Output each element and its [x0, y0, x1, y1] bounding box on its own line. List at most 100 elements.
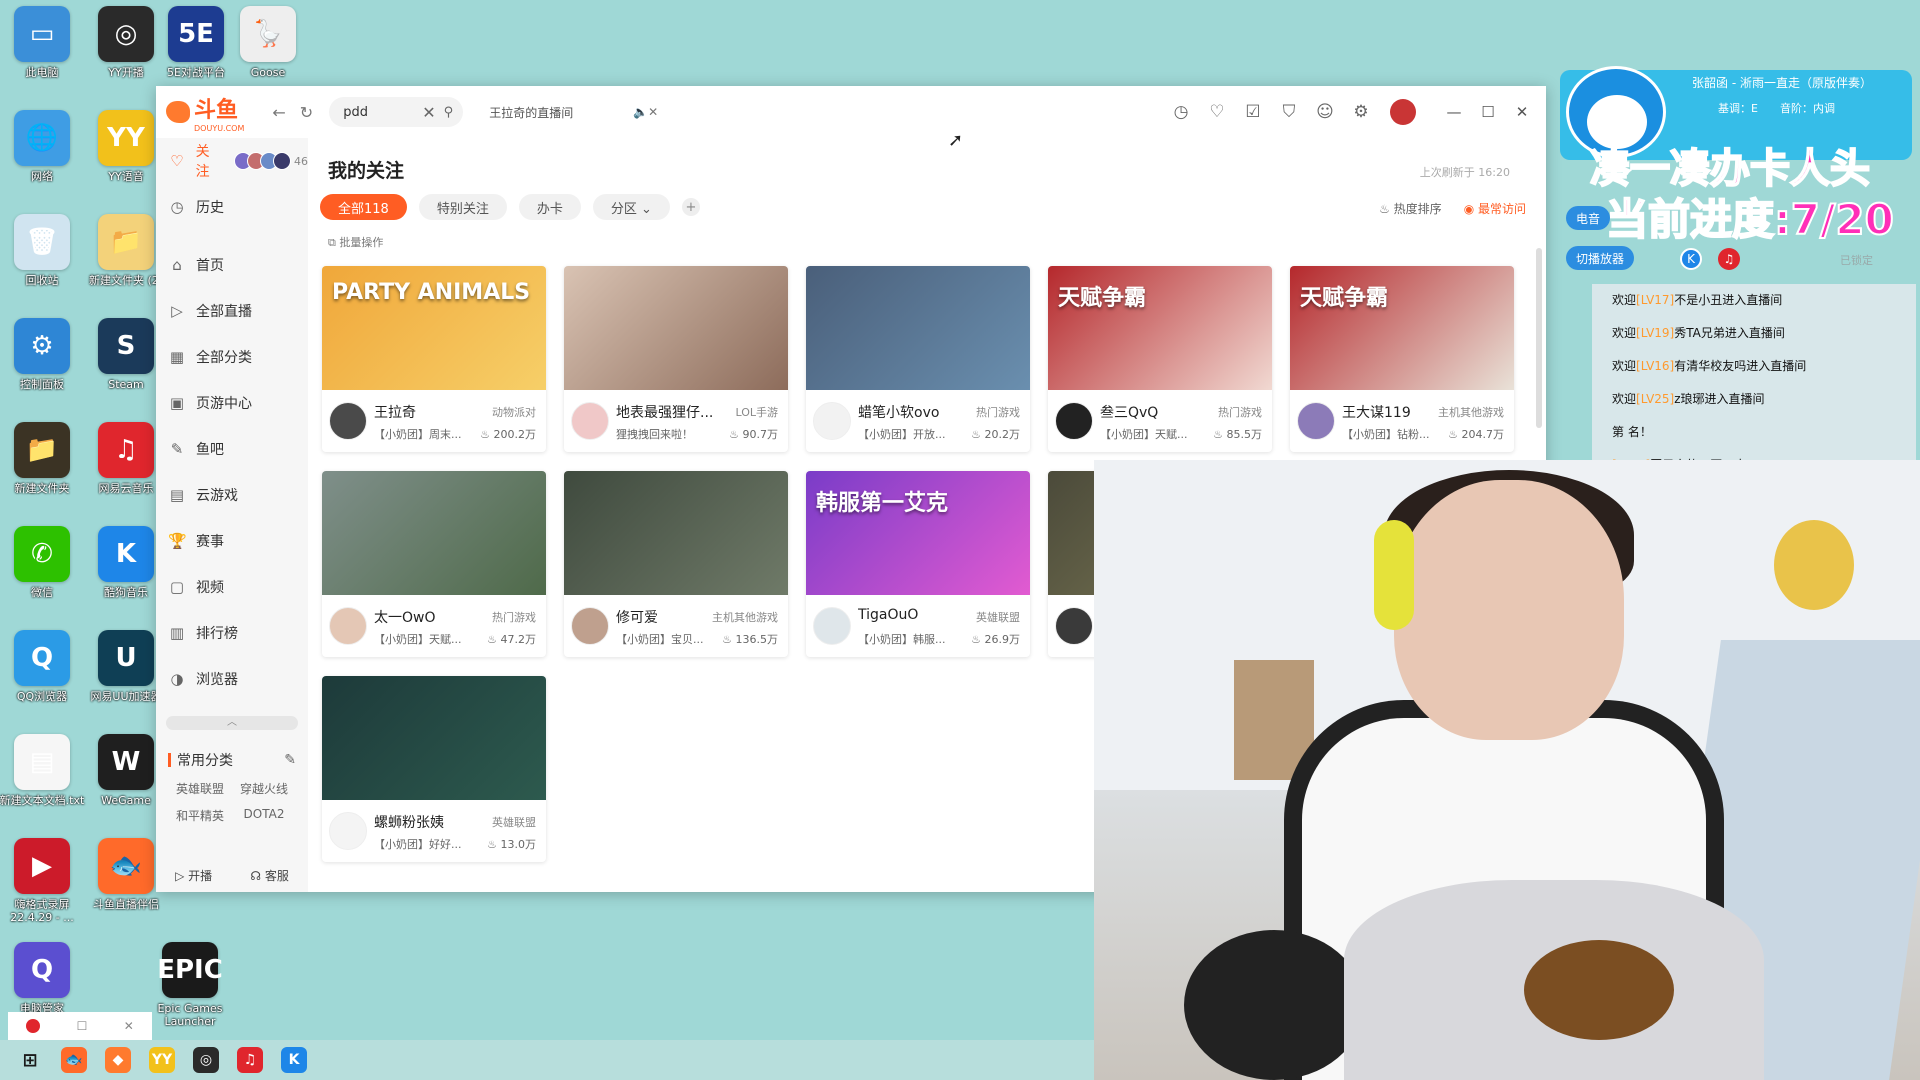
- sidebar-item-browser[interactable]: ◑ 浏览器: [156, 656, 308, 702]
- sidebar-item-cloud-game[interactable]: ▤ 云游戏: [156, 472, 308, 518]
- filter-chip[interactable]: 特别关注: [418, 194, 507, 220]
- desktop-icon[interactable]: ▤ 新建文本文档.txt: [0, 734, 88, 830]
- taskbar-item-douyu-live[interactable]: 🐟: [52, 1040, 96, 1080]
- filter-chip[interactable]: 办卡: [518, 194, 581, 220]
- sort-hot-button[interactable]: ♨ 热度排序: [1379, 200, 1442, 217]
- stream-card[interactable]: 蜡笔小软ovo 热门游戏 【小奶团】开放... ♨ 20.2万: [806, 266, 1030, 452]
- tab-live-room[interactable]: 王拉奇的直播间: [489, 104, 633, 121]
- sidebar-item-trophy[interactable]: 🏆 赛事: [156, 518, 308, 564]
- kugou-icon[interactable]: K: [1680, 248, 1702, 270]
- streamer-avatar[interactable]: [571, 402, 609, 440]
- stream-thumbnail[interactable]: [806, 266, 1030, 390]
- history-icon[interactable]: ◷: [1170, 101, 1192, 123]
- streamer-avatar[interactable]: [813, 607, 851, 645]
- sidebar-item-fish-bar[interactable]: ✎ 鱼吧: [156, 426, 308, 472]
- desktop-icon[interactable]: ⚙ 控制面板: [0, 318, 88, 414]
- taskbar-item-douyu-client[interactable]: ◆: [96, 1040, 140, 1080]
- common-category-item[interactable]: 穿越火线: [232, 780, 296, 797]
- stream-thumbnail[interactable]: [564, 266, 788, 390]
- stream-thumbnail[interactable]: 韩服第一艾克: [806, 471, 1030, 595]
- stream-thumbnail[interactable]: [564, 471, 788, 595]
- footer-button-0[interactable]: ▷ 开播: [175, 867, 212, 884]
- taskbar-mini-window[interactable]: ☐ ✕: [8, 1012, 152, 1040]
- shirt-icon[interactable]: ⛉: [1278, 101, 1300, 123]
- stream-card[interactable]: 螺蛳粉张姨 英雄联盟 【小奶团】好好... ♨ 13.0万: [322, 676, 546, 862]
- common-category-item[interactable]: 英雄联盟: [168, 780, 232, 797]
- netease-icon[interactable]: ♫: [1718, 248, 1740, 270]
- settings-icon[interactable]: ⚙: [1350, 101, 1372, 123]
- electric-pill[interactable]: 电音: [1566, 206, 1611, 230]
- mute-icon[interactable]: 🔈✕: [633, 105, 658, 119]
- streamer-name[interactable]: 王拉奇: [374, 402, 484, 422]
- sidebar-item-heart[interactable]: ♡ 关注 46: [156, 138, 308, 184]
- streamer-name[interactable]: TigaOuO: [858, 607, 968, 623]
- message-icon[interactable]: ☺: [1314, 101, 1336, 123]
- streamer-avatar[interactable]: [1055, 402, 1093, 440]
- sidebar-item-video[interactable]: ▢ 视频: [156, 564, 308, 610]
- desktop-icon[interactable]: 📁 新建文件夹: [0, 422, 88, 518]
- stream-thumbnail[interactable]: [322, 676, 546, 800]
- stream-card[interactable]: 天赋争霸 王大谋119 主机其他游戏 【小奶团】钻粉... ♨ 204.7万: [1290, 266, 1514, 452]
- streamer-name[interactable]: 蜡笔小软ovo: [858, 402, 968, 422]
- desktop-icon[interactable]: EPIC Epic Games Launcher: [144, 942, 236, 1038]
- maximize-icon[interactable]: ☐: [1478, 103, 1498, 121]
- filter-chip[interactable]: 全部118: [320, 194, 407, 220]
- sidebar-item-home[interactable]: ⌂ 首页: [156, 242, 308, 288]
- close-window-icon[interactable]: ✕: [1512, 103, 1532, 121]
- refresh-icon[interactable]: ↻: [300, 103, 313, 122]
- stream-card[interactable]: 地表最强狸仔... LOL手游 狸拽拽回来啦！ ♨ 90.7万: [564, 266, 788, 452]
- stream-card[interactable]: 天赋争霸 叁三QvQ 热门游戏 【小奶团】天赋... ♨ 85.5万: [1048, 266, 1272, 452]
- batch-button[interactable]: ⧉ 批量操作: [328, 234, 383, 250]
- taskbar-item-start[interactable]: ⊞: [8, 1040, 52, 1080]
- streamer-name[interactable]: 螺蛳粉张姨: [374, 812, 484, 832]
- footer-button-1[interactable]: ☊ 客服: [250, 867, 289, 884]
- sidebar-item-rank[interactable]: ▥ 排行榜: [156, 610, 308, 656]
- desktop-icon[interactable]: 🌐 网络: [0, 110, 88, 206]
- minimize-icon[interactable]: —: [1444, 103, 1464, 121]
- desktop-icon[interactable]: Q QQ浏览器: [0, 630, 88, 726]
- streamer-name[interactable]: 王大谋119: [1342, 402, 1452, 422]
- streamer-avatar[interactable]: [571, 607, 609, 645]
- close-icon[interactable]: ✕: [124, 1019, 134, 1033]
- task-icon[interactable]: ☑: [1242, 101, 1264, 123]
- sort-recent-button[interactable]: ◉ 最常访问: [1464, 200, 1526, 217]
- common-category-item[interactable]: 和平精英: [168, 807, 232, 824]
- streamer-avatar[interactable]: [813, 402, 851, 440]
- douyu-logo[interactable]: 斗鱼 DOUYU.COM: [166, 92, 244, 133]
- streamer-avatar[interactable]: [329, 402, 367, 440]
- sidebar-item-live[interactable]: ▷ 全部直播: [156, 288, 308, 334]
- sidebar-item-page-game[interactable]: ▣ 页游中心: [156, 380, 308, 426]
- streamer-avatar[interactable]: [1055, 607, 1093, 645]
- common-category-item[interactable]: DOTA2: [232, 807, 296, 824]
- desktop-icon[interactable]: ✆ 微信: [0, 526, 88, 622]
- sidebar-item-grid[interactable]: ▦ 全部分类: [156, 334, 308, 380]
- search-input[interactable]: pdd: [343, 105, 422, 120]
- stream-card[interactable]: PARTY ANIMALS 王拉奇 动物派对 【小奶团】周末... ♨ 200.2万: [322, 266, 546, 452]
- edit-icon[interactable]: ✎: [284, 752, 296, 768]
- streamer-avatar[interactable]: [329, 812, 367, 850]
- clear-icon[interactable]: ✕: [422, 103, 435, 122]
- taskbar-item-kugou[interactable]: K: [272, 1040, 316, 1080]
- switch-player-button[interactable]: 切播放器: [1566, 246, 1635, 270]
- stream-thumbnail[interactable]: PARTY ANIMALS: [322, 266, 546, 390]
- streamer-name[interactable]: 修可爱: [616, 607, 726, 627]
- streamer-name[interactable]: 地表最强狸仔...: [616, 402, 726, 422]
- search-icon[interactable]: ⚲: [444, 105, 454, 120]
- collapse-button[interactable]: ︿: [166, 716, 298, 730]
- taskbar-item-netease-music[interactable]: ♫: [228, 1040, 272, 1080]
- search-box[interactable]: pdd ✕ ⚲: [329, 97, 464, 127]
- desktop-icon[interactable]: 🗑 回收站: [0, 214, 88, 310]
- streamer-avatar[interactable]: [1297, 402, 1335, 440]
- user-avatar[interactable]: [1390, 99, 1416, 125]
- add-filter-icon[interactable]: +: [681, 198, 700, 216]
- stream-card[interactable]: 太一OwO 热门游戏 【小奶团】天赋... ♨ 47.2万: [322, 471, 546, 657]
- stream-thumbnail[interactable]: 天赋争霸: [1290, 266, 1514, 390]
- stream-card[interactable]: 韩服第一艾克 TigaOuO 英雄联盟 【小奶团】韩服... ♨ 26.9万: [806, 471, 1030, 657]
- streamer-avatar[interactable]: [329, 607, 367, 645]
- scrollbar[interactable]: [1536, 248, 1542, 428]
- restore-icon[interactable]: ☐: [77, 1019, 88, 1033]
- stream-thumbnail[interactable]: [322, 471, 546, 595]
- sidebar-item-clock[interactable]: ◷ 历史: [156, 184, 308, 230]
- filter-chip[interactable]: 分区 ⌄: [592, 194, 670, 220]
- stream-thumbnail[interactable]: 天赋争霸: [1048, 266, 1272, 390]
